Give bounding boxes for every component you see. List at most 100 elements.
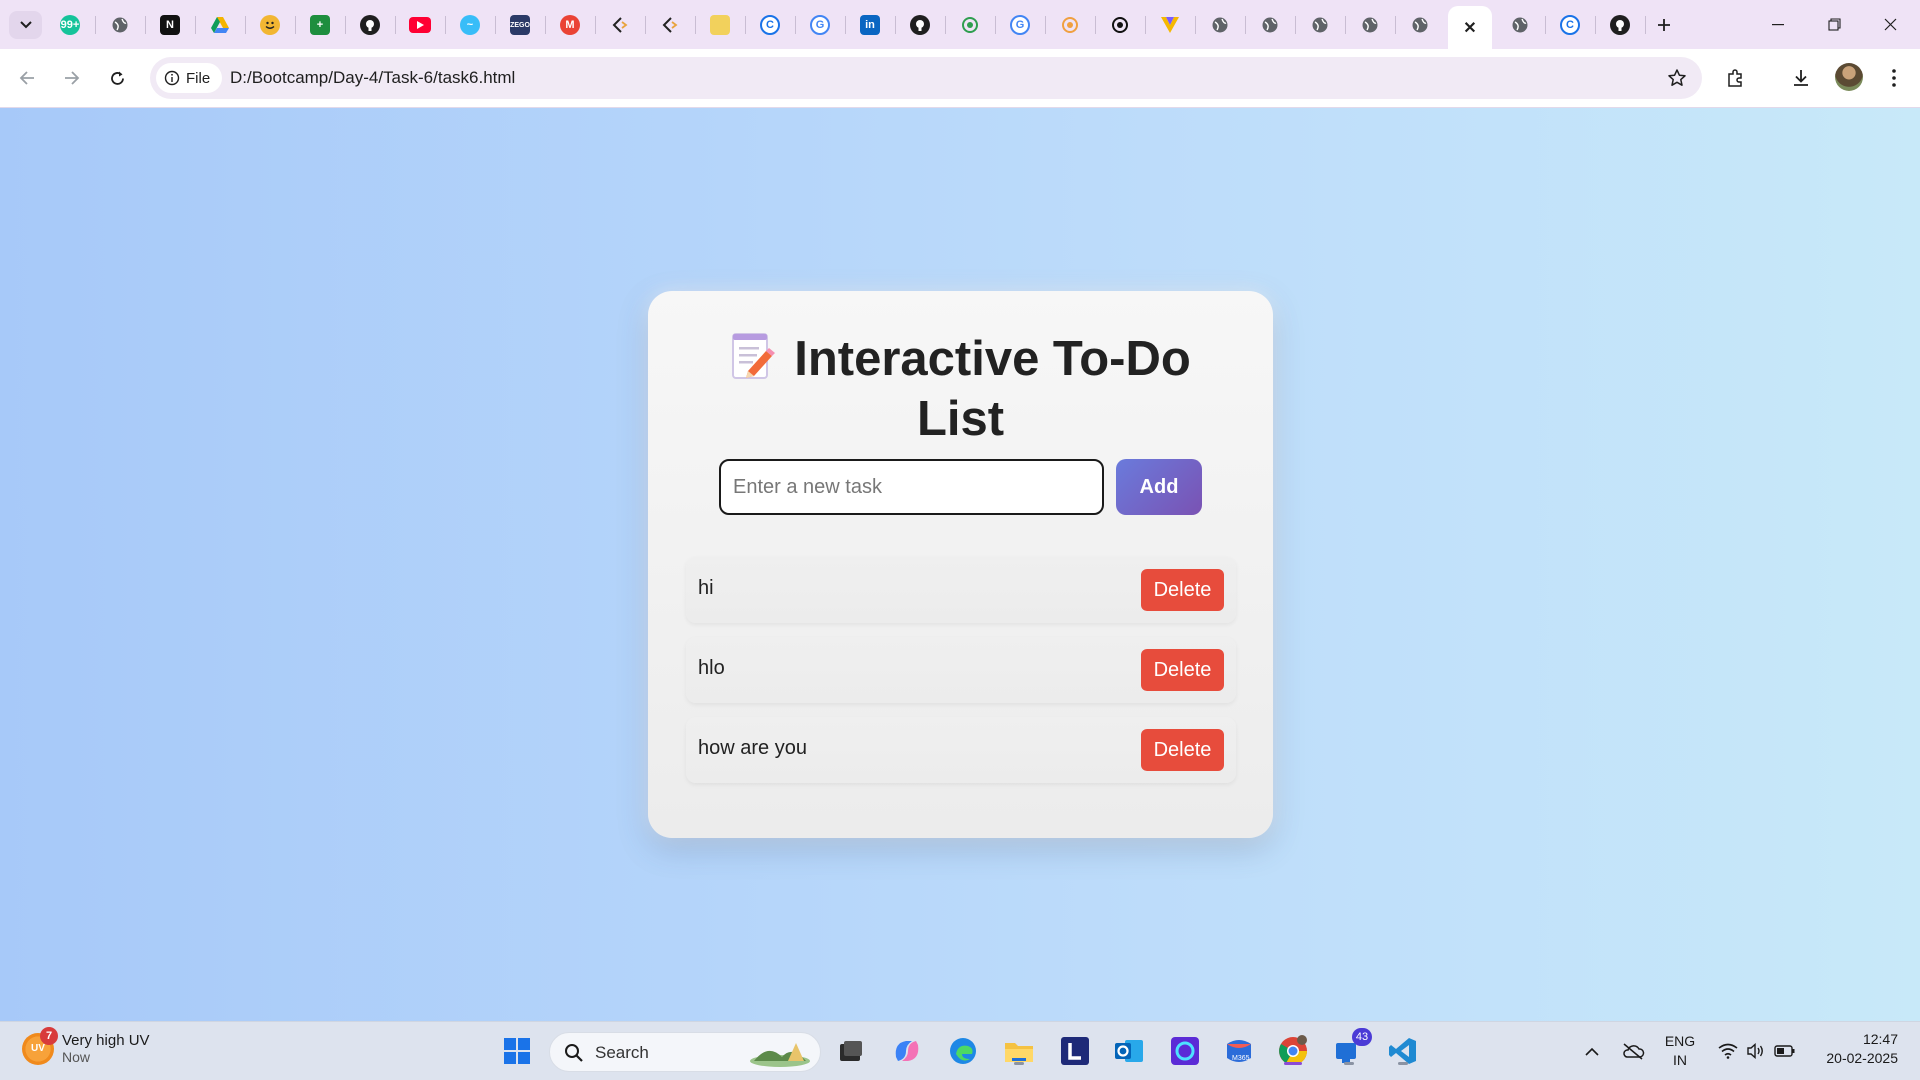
teams-button[interactable]: 43 [1332, 1028, 1372, 1068]
onedrive-status[interactable] [1620, 1038, 1646, 1064]
browser-tab[interactable] [1598, 8, 1642, 42]
browser-tab[interactable]: M [548, 8, 592, 42]
region-code: IN [1673, 1052, 1687, 1068]
weather-widget[interactable]: UV 7 Very high UV Now [22, 1026, 150, 1065]
file-explorer-button[interactable] [1002, 1034, 1036, 1068]
task-view-button[interactable] [834, 1034, 868, 1068]
google-icon: G [1010, 15, 1030, 35]
close-icon[interactable]: ✕ [1460, 18, 1480, 38]
delete-task-button[interactable]: Delete [1141, 649, 1224, 691]
browser-tab[interactable] [1348, 8, 1392, 42]
start-button[interactable] [500, 1034, 534, 1068]
tab-active[interactable]: ✕ [1448, 6, 1492, 49]
url-text[interactable]: D:/Bootcamp/Day-4/Task-6/task6.html [230, 68, 515, 88]
browser-tab[interactable]: ~ [448, 8, 492, 42]
forward-button[interactable] [55, 61, 89, 95]
task-item: hlo Delete [686, 637, 1236, 703]
back-button[interactable] [10, 61, 44, 95]
browser-tab[interactable] [248, 8, 292, 42]
profile-avatar[interactable] [1835, 63, 1863, 91]
browser-tab[interactable] [1048, 8, 1092, 42]
new-tab-button[interactable] [1649, 10, 1679, 40]
minimize-button[interactable] [1750, 0, 1806, 49]
openai-icon [1110, 15, 1130, 35]
close-icon [1884, 18, 1896, 31]
chrome-button[interactable] [1276, 1034, 1310, 1068]
reload-button[interactable] [100, 61, 134, 95]
browser-tab[interactable] [398, 8, 442, 42]
tab-favicon-glyph: in [865, 19, 875, 31]
globe-icon [1260, 15, 1280, 35]
m365-button[interactable]: M365 [1222, 1034, 1256, 1068]
delete-task-button[interactable]: Delete [1141, 729, 1224, 771]
browser-tab[interactable] [698, 8, 742, 42]
copilot-button[interactable] [890, 1034, 924, 1068]
browser-tab[interactable] [1198, 8, 1242, 42]
wifi-status[interactable] [1716, 1038, 1740, 1064]
vscode-button[interactable] [1386, 1034, 1420, 1068]
system-clock[interactable]: 12:47 20-02-2025 [1808, 1030, 1898, 1068]
search-highlight-icon [750, 1043, 810, 1067]
browser-menu-button[interactable] [1879, 63, 1909, 93]
browser-tab[interactable]: in [848, 8, 892, 42]
browser-tab[interactable]: G [798, 8, 842, 42]
extensions-button[interactable] [1721, 63, 1751, 93]
browser-tab[interactable] [1298, 8, 1342, 42]
site-info-chip[interactable]: File [156, 63, 223, 93]
browser-tab[interactable] [98, 8, 142, 42]
downloads-button[interactable] [1786, 63, 1816, 93]
chevron-down-icon [19, 21, 32, 29]
taskbar-search[interactable]: Search [549, 1032, 821, 1072]
notion-icon: N [160, 15, 180, 35]
address-bar[interactable]: File D:/Bootcamp/Day-4/Task-6/task6.html [150, 57, 1702, 99]
circle-app-button[interactable] [1168, 1034, 1202, 1068]
battery-status[interactable] [1772, 1038, 1798, 1064]
arrow-left-icon [19, 71, 34, 85]
browser-tab[interactable]: ZEGO [498, 8, 542, 42]
l-app-button[interactable] [1058, 1034, 1092, 1068]
browser-tab[interactable] [898, 8, 942, 42]
browser-tab[interactable] [1148, 8, 1192, 42]
browser-tab[interactable] [598, 8, 642, 42]
delete-task-button[interactable]: Delete [1141, 569, 1224, 611]
browser-tab[interactable] [1098, 8, 1142, 42]
restore-button[interactable] [1806, 0, 1862, 49]
add-task-button[interactable]: Add [1116, 459, 1202, 515]
battery-icon [1774, 1045, 1795, 1057]
browser-tab[interactable]: 99+ [48, 8, 92, 42]
weather-title: Very high UV [62, 1032, 150, 1049]
globe-icon [1360, 15, 1380, 35]
new-task-input[interactable] [719, 459, 1104, 515]
task-list: hi Delete hlo Delete how are you Delete [686, 557, 1236, 797]
zego-icon: ZEGO [510, 15, 530, 35]
tab-separator [445, 16, 446, 34]
browser-tab[interactable] [198, 8, 242, 42]
tab-separator [545, 16, 546, 34]
outlook-button[interactable] [1112, 1034, 1146, 1068]
tab-separator [1345, 16, 1346, 34]
task-item: hi Delete [686, 557, 1236, 623]
browser-tab[interactable]: C [748, 8, 792, 42]
browser-tab[interactable]: C [1548, 8, 1592, 42]
language-indicator[interactable]: ENG IN [1660, 1032, 1700, 1070]
browser-tab[interactable]: + [298, 8, 342, 42]
tab-separator [395, 16, 396, 34]
more-vertical-icon [1892, 69, 1896, 87]
browser-tab[interactable] [948, 8, 992, 42]
browser-tab[interactable] [648, 8, 692, 42]
tab-search-button[interactable] [9, 11, 42, 39]
browser-tab[interactable]: G [998, 8, 1042, 42]
close-window-button[interactable] [1862, 0, 1918, 49]
browser-tab[interactable] [1498, 8, 1542, 42]
browser-tab[interactable] [1248, 8, 1292, 42]
bookmark-button[interactable] [1664, 65, 1690, 91]
browser-tab[interactable]: N [148, 8, 192, 42]
tab-separator [195, 16, 196, 34]
show-hidden-icons-button[interactable] [1582, 1038, 1602, 1064]
browser-tab[interactable] [1398, 8, 1442, 42]
volume-status[interactable] [1744, 1038, 1768, 1064]
browser-tab[interactable] [348, 8, 392, 42]
grammarly-icon: 99+ [60, 15, 80, 35]
restore-icon [1827, 18, 1841, 31]
edge-button[interactable] [946, 1034, 980, 1068]
